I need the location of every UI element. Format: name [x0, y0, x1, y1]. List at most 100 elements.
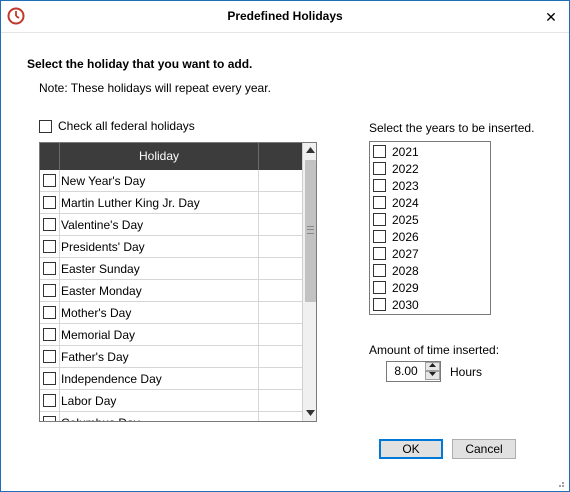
holiday-extra-cell[interactable]: [259, 236, 302, 258]
year-checkbox[interactable]: [373, 247, 386, 260]
scroll-up-arrow-icon[interactable]: [303, 143, 316, 158]
grid-header-select-column: [40, 143, 60, 170]
holiday-row[interactable]: Mother's Day: [40, 302, 302, 324]
year-checkbox[interactable]: [373, 145, 386, 158]
holiday-row[interactable]: Valentine's Day: [40, 214, 302, 236]
holiday-name[interactable]: Valentine's Day: [60, 214, 259, 236]
holiday-name[interactable]: Mother's Day: [60, 302, 259, 324]
holiday-row-select-cell[interactable]: [40, 258, 60, 280]
holiday-checkbox[interactable]: [43, 372, 56, 385]
year-checkbox[interactable]: [373, 281, 386, 294]
year-checkbox[interactable]: [373, 230, 386, 243]
holiday-row-select-cell[interactable]: [40, 368, 60, 390]
holiday-name[interactable]: Martin Luther King Jr. Day: [60, 192, 259, 214]
year-checkbox[interactable]: [373, 162, 386, 175]
close-icon[interactable]: ✕: [541, 7, 561, 27]
year-item[interactable]: 2021: [370, 143, 490, 160]
holiday-row[interactable]: Easter Monday: [40, 280, 302, 302]
holiday-checkbox[interactable]: [43, 416, 56, 421]
holiday-row-select-cell[interactable]: [40, 214, 60, 236]
holiday-row-select-cell[interactable]: [40, 390, 60, 412]
check-all-label: Check all federal holidays: [58, 119, 195, 133]
holiday-extra-cell[interactable]: [259, 170, 302, 192]
holiday-row[interactable]: Easter Sunday: [40, 258, 302, 280]
year-item[interactable]: 2024: [370, 194, 490, 211]
holiday-extra-cell[interactable]: [259, 214, 302, 236]
holiday-checkbox[interactable]: [43, 262, 56, 275]
holiday-row-select-cell[interactable]: [40, 346, 60, 368]
check-all-federal-holidays[interactable]: Check all federal holidays: [39, 119, 195, 133]
holiday-row-select-cell[interactable]: [40, 280, 60, 302]
holiday-extra-cell[interactable]: [259, 280, 302, 302]
holiday-checkbox[interactable]: [43, 350, 56, 363]
holiday-checkbox[interactable]: [43, 394, 56, 407]
holiday-row-select-cell[interactable]: [40, 302, 60, 324]
grid-header-extra-column: [259, 143, 302, 170]
holiday-row[interactable]: Memorial Day: [40, 324, 302, 346]
scroll-down-arrow-icon[interactable]: [303, 406, 316, 421]
year-checkbox[interactable]: [373, 298, 386, 311]
holiday-extra-cell[interactable]: [259, 302, 302, 324]
holiday-checkbox[interactable]: [43, 174, 56, 187]
holiday-extra-cell[interactable]: [259, 368, 302, 390]
holiday-row-select-cell[interactable]: [40, 324, 60, 346]
holiday-row[interactable]: New Year's Day: [40, 170, 302, 192]
holiday-row-select-cell[interactable]: [40, 170, 60, 192]
holiday-extra-cell[interactable]: [259, 390, 302, 412]
holiday-checkbox[interactable]: [43, 284, 56, 297]
holiday-name[interactable]: Independence Day: [60, 368, 259, 390]
holiday-name[interactable]: Presidents' Day: [60, 236, 259, 258]
holiday-row-select-cell[interactable]: [40, 192, 60, 214]
year-item[interactable]: 2028: [370, 262, 490, 279]
year-item[interactable]: 2022: [370, 160, 490, 177]
ok-button[interactable]: OK: [379, 439, 443, 459]
hours-spinner-value[interactable]: 8.00: [387, 362, 425, 381]
holiday-extra-cell[interactable]: [259, 258, 302, 280]
holiday-checkbox[interactable]: [43, 328, 56, 341]
holiday-row[interactable]: Presidents' Day: [40, 236, 302, 258]
year-checkbox[interactable]: [373, 196, 386, 209]
check-all-checkbox[interactable]: [39, 119, 52, 133]
year-checkbox[interactable]: [373, 213, 386, 226]
holiday-checkbox[interactable]: [43, 218, 56, 231]
hours-spinner[interactable]: 8.00: [386, 361, 441, 382]
holiday-checkbox[interactable]: [43, 240, 56, 253]
holiday-extra-cell[interactable]: [259, 192, 302, 214]
holiday-row[interactable]: Father's Day: [40, 346, 302, 368]
holiday-row-select-cell[interactable]: [40, 412, 60, 421]
scroll-thumb[interactable]: [305, 160, 316, 302]
holiday-name[interactable]: Easter Monday: [60, 280, 259, 302]
year-checkbox[interactable]: [373, 179, 386, 192]
holiday-row-select-cell[interactable]: [40, 236, 60, 258]
spin-down-icon[interactable]: [425, 371, 440, 380]
year-item[interactable]: 2029: [370, 279, 490, 296]
year-label: 2021: [392, 144, 419, 159]
grid-vertical-scrollbar[interactable]: [302, 143, 316, 421]
holiday-extra-cell[interactable]: [259, 346, 302, 368]
resize-grip-icon[interactable]: [555, 477, 565, 487]
year-item[interactable]: 2027: [370, 245, 490, 262]
holiday-name[interactable]: Easter Sunday: [60, 258, 259, 280]
holiday-name[interactable]: Labor Day: [60, 390, 259, 412]
cancel-button[interactable]: Cancel: [452, 439, 516, 459]
holiday-extra-cell[interactable]: [259, 412, 302, 421]
holiday-extra-cell[interactable]: [259, 324, 302, 346]
holiday-name[interactable]: Father's Day: [60, 346, 259, 368]
holiday-row[interactable]: Martin Luther King Jr. Day: [40, 192, 302, 214]
year-item[interactable]: 2026: [370, 228, 490, 245]
year-item[interactable]: 2030: [370, 296, 490, 313]
year-item[interactable]: 2025: [370, 211, 490, 228]
holiday-row[interactable]: Labor Day: [40, 390, 302, 412]
holiday-checkbox[interactable]: [43, 196, 56, 209]
year-item[interactable]: 2023: [370, 177, 490, 194]
holiday-row[interactable]: Columbus Day: [40, 412, 302, 421]
holiday-name[interactable]: New Year's Day: [60, 170, 259, 192]
holiday-name[interactable]: Columbus Day: [60, 412, 259, 421]
holiday-row[interactable]: Independence Day: [40, 368, 302, 390]
year-checkbox[interactable]: [373, 264, 386, 277]
window-title: Predefined Holidays: [227, 9, 343, 23]
spin-up-icon[interactable]: [425, 362, 440, 371]
grid-header-holiday[interactable]: Holiday: [60, 143, 259, 170]
holiday-name[interactable]: Memorial Day: [60, 324, 259, 346]
holiday-checkbox[interactable]: [43, 306, 56, 319]
